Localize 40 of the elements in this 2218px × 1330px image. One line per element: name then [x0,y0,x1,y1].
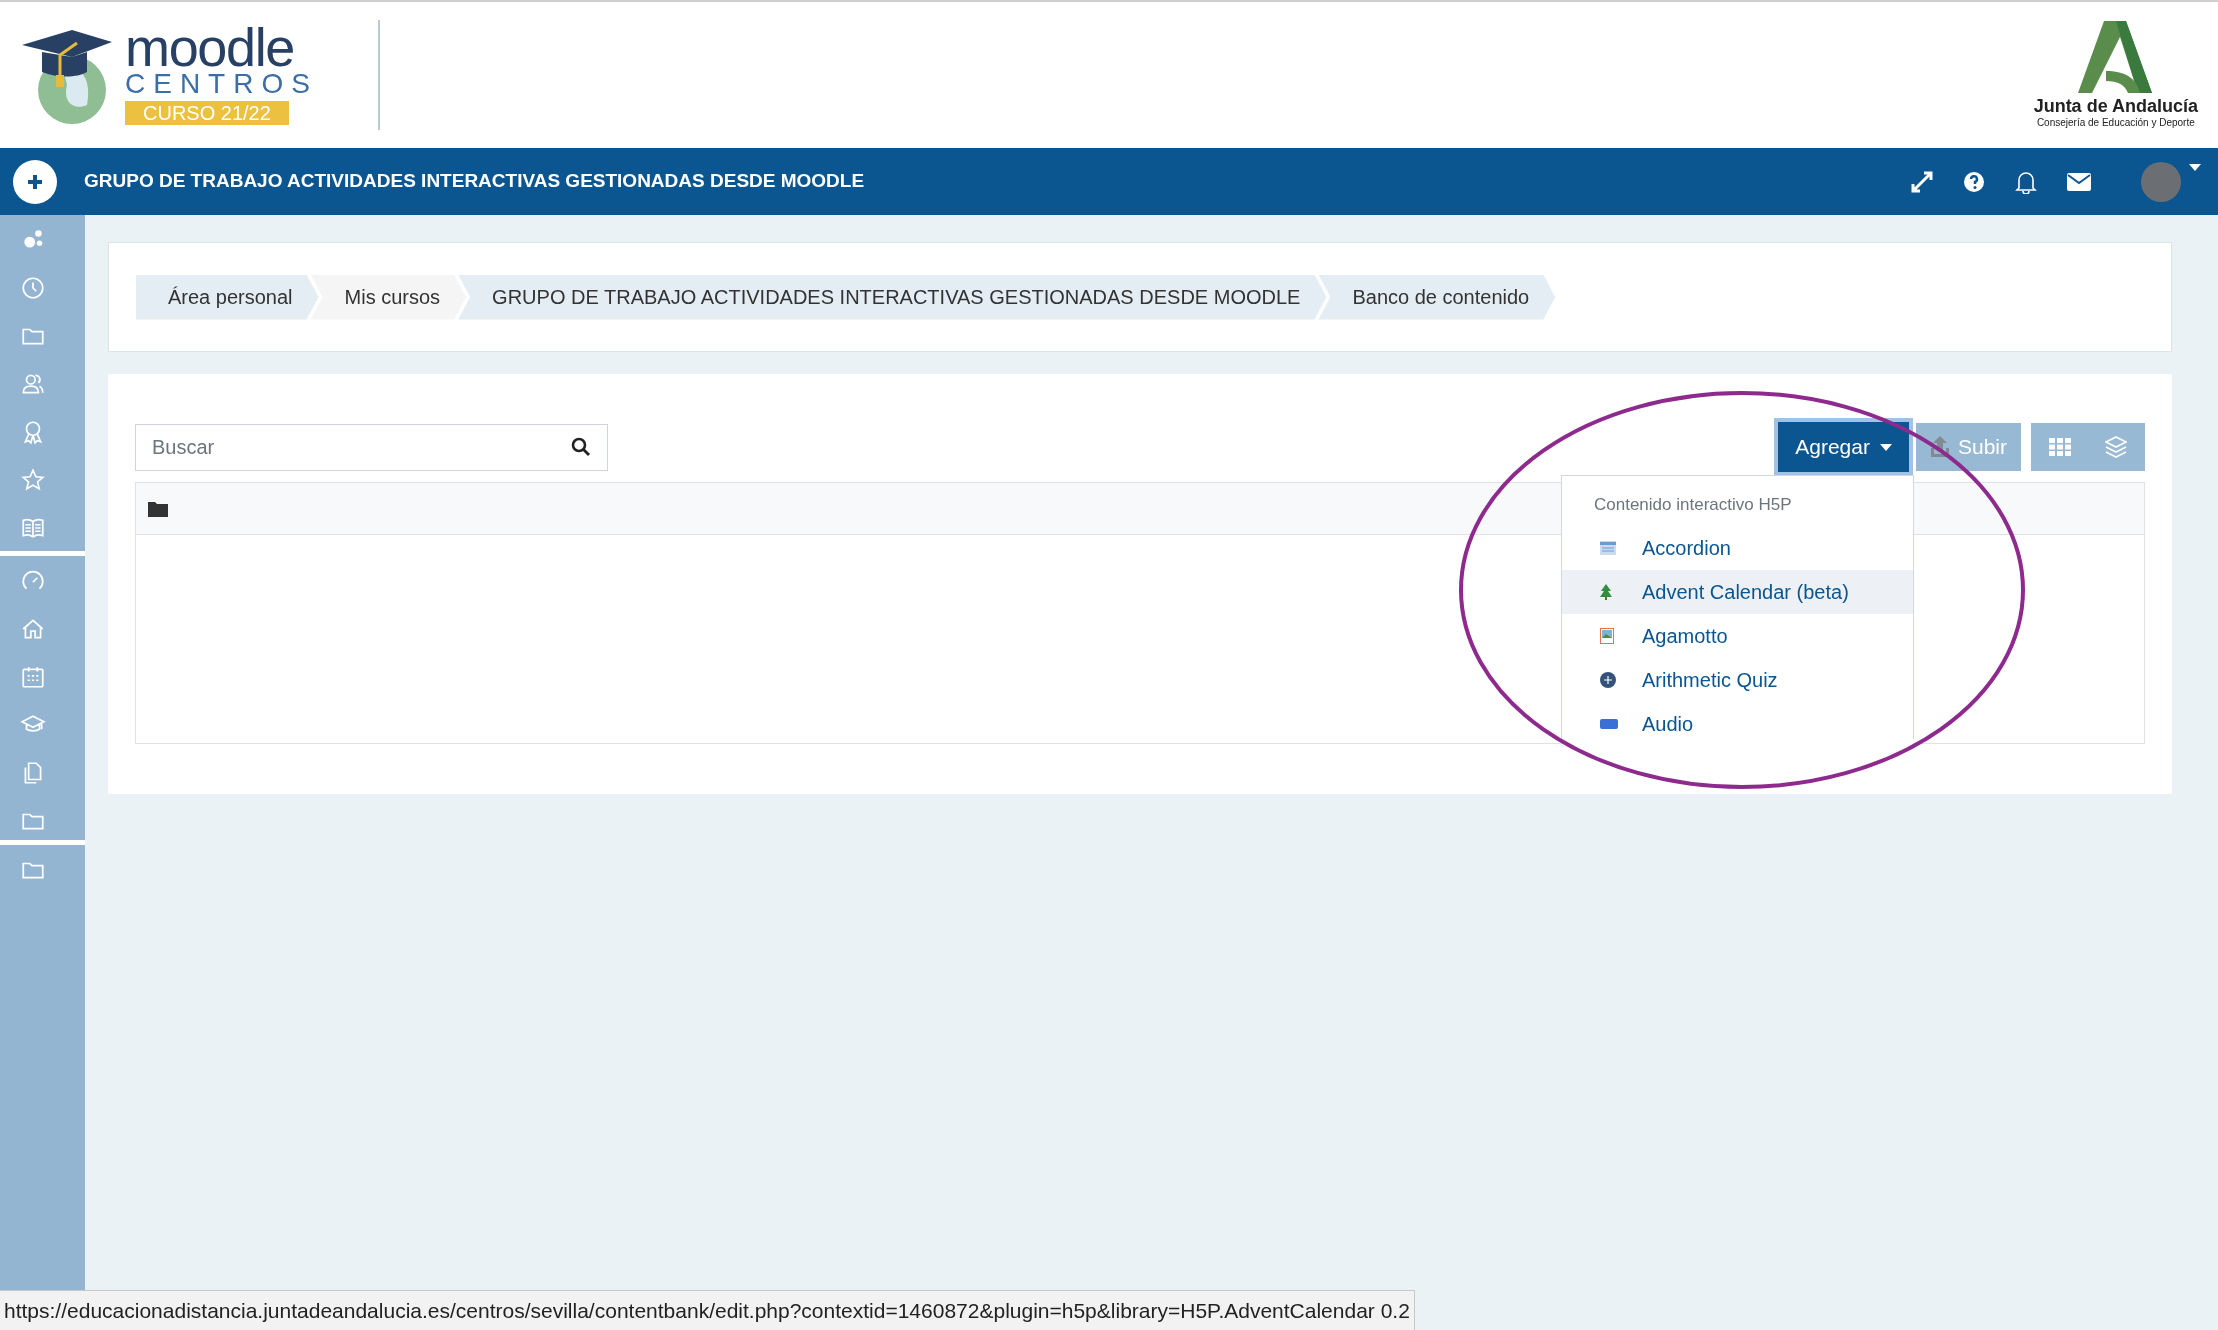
folder-icon[interactable] [148,500,168,517]
help-icon[interactable] [1963,170,1985,193]
breadcrumb-link[interactable]: GRUPO DE TRABAJO ACTIVIDADES INTERACTIVAS GESTIONADAS DESDE MOODLE [458,274,1327,320]
search-field[interactable]: Buscar [135,423,608,471]
user-avatar[interactable] [2141,161,2181,202]
breadcrumb-link[interactable]: Mis cursos [310,274,467,320]
course-year-badge: CURSO 21/22 [125,101,289,125]
accordion-icon [1600,540,1616,555]
caret-icon[interactable] [2189,163,2201,172]
expand-icon[interactable] [1911,170,1933,193]
caret-icon [1879,443,1892,451]
tree-icon [1600,583,1612,600]
search-input[interactable]: Buscar [152,432,571,462]
clock-icon[interactable] [20,275,46,301]
add-block-button[interactable] [13,159,57,204]
star-icon[interactable] [20,467,46,493]
grid-icon[interactable] [2049,438,2071,456]
picture-icon [1600,627,1614,644]
menu-item[interactable]: Advent Calendar (beta) [1562,569,1913,614]
menu-item-label: Agamotto [1642,623,1728,649]
partner-department: Consejería de Educación y Deporte [2036,117,2195,129]
logo-subtitle: CENTROS [125,69,318,99]
upload-icon [1929,436,1950,458]
users-icon[interactable] [20,371,46,397]
search-icon[interactable] [571,437,591,457]
breadcrumb-link[interactable]: Banco de contenido [1318,274,1556,320]
menu-item-label: Audio [1642,711,1694,737]
course-title: GRUPO DE TRABAJO ACTIVIDADES INTERACTIVAS GESTIONADAS DESDE MOODLE [84,169,865,194]
menu-item-label: Arithmetic Quiz [1642,667,1778,693]
calendar-icon[interactable] [20,664,46,690]
partner-name: Junta de Andalucía [2033,95,2198,117]
mail-icon[interactable] [2067,172,2091,191]
bell-icon[interactable] [2015,169,2037,194]
status-bar-url: https://educacionadistancia.juntadeandalucia.es/centros/sevilla/contentbank/edit.php?contextid=1460872&plugin=h5p&library=H5P.AdventCalendar 0.2 [0,1289,1415,1330]
breadcrumb-link[interactable]: Área personal [136,274,319,320]
layers-icon[interactable] [2105,436,2127,458]
logo-wordmark: moodle [125,25,294,69]
menu-item-label: Accordion [1642,535,1731,561]
menu-item-label: Advent Calendar (beta) [1642,579,1849,605]
menu-header: Contenido interactivo H5P [1593,494,1793,516]
